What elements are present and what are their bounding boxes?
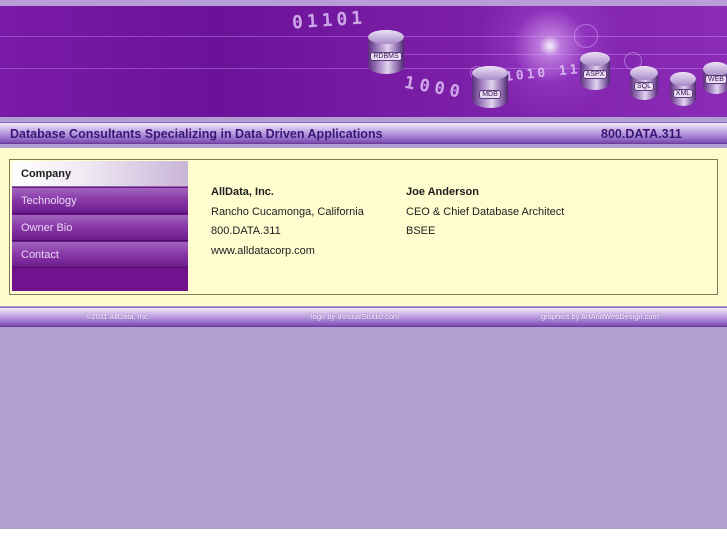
database-icon: MDB	[472, 66, 508, 108]
database-icon: XML	[670, 72, 696, 106]
banner-line	[400, 54, 727, 55]
database-icon: ASPX	[580, 52, 610, 90]
company-website: www.alldatacorp.com	[211, 244, 315, 257]
owner-degree: BSEE	[406, 225, 436, 237]
owner-name: Joe Anderson	[406, 186, 479, 198]
banner-ring	[574, 24, 598, 48]
database-icon: SQL	[630, 66, 658, 100]
footer-bar: ©2011 AllData, Inc. logo by aVisualStudi…	[0, 307, 727, 327]
db-label: ASPX	[582, 70, 608, 79]
banner-line	[0, 68, 727, 69]
db-label: RDBMS	[370, 52, 402, 61]
tagline-text: Database Consultants Specializing in Dat…	[10, 127, 383, 141]
owner-info: Joe Anderson CEO & Chief Database Archit…	[406, 186, 564, 245]
footer-copyright: ©2011 AllData, Inc.	[86, 312, 150, 321]
nav-item-owner-bio[interactable]: Owner Bio	[12, 215, 188, 241]
binary-digits: 1000	[402, 72, 467, 104]
db-label: WEB	[705, 75, 727, 84]
nav-item-technology[interactable]: Technology	[12, 188, 188, 214]
database-icon: RDBMS	[368, 30, 404, 74]
footer-logo-credit: logo by aVisualStudio.com	[311, 312, 400, 321]
banner-top-strip	[0, 0, 727, 6]
tagline-phone: 800.DATA.311	[601, 127, 682, 141]
db-label: SQL	[633, 82, 654, 91]
tagline-bar: Database Consultants Specializing in Dat…	[0, 122, 727, 144]
company-info: AllData, Inc. Rancho Cucamonga, Californ…	[211, 186, 364, 264]
footer-graphics-credit: graphics by ArtAndWebDesign.com	[541, 312, 659, 321]
sidebar-nav: Company Technology Owner Bio Contact	[12, 161, 188, 291]
nav-item-company[interactable]: Company	[12, 161, 188, 187]
binary-digits: 01101	[291, 7, 367, 34]
database-icon: WEB	[703, 62, 727, 94]
company-location: Rancho Cucamonga, California	[211, 205, 364, 218]
owner-title: CEO & Chief Database Architect	[406, 205, 565, 218]
db-label: XML	[672, 89, 694, 98]
banner-line	[0, 36, 727, 37]
db-label: MDB	[479, 90, 501, 99]
page-background: 01101 1000 1010 11 RDBMS MDB ASPX SQL XM…	[0, 0, 727, 529]
company-phone: 800.DATA.311	[211, 225, 281, 237]
header-banner: 01101 1000 1010 11 RDBMS MDB ASPX SQL XM…	[0, 6, 727, 117]
company-name: AllData, Inc.	[211, 186, 274, 198]
nav-item-contact[interactable]: Contact	[12, 242, 188, 268]
